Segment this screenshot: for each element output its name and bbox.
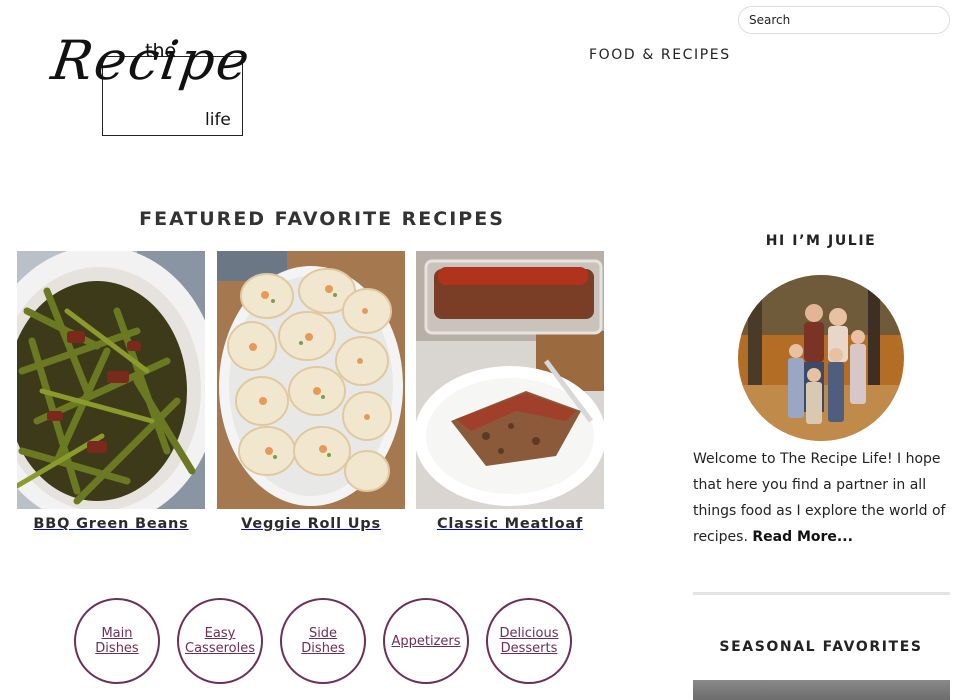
category-delicious-desserts[interactable]: Delicious Desserts [486,598,572,684]
search-input[interactable] [738,6,950,34]
recipe-card-title: Veggie Roll Ups [241,516,381,532]
veggie-roll-ups-photo [217,251,405,509]
recipe-card-title: BBQ Green Beans [33,516,189,532]
author-avatar [738,275,904,441]
recipe-card-veggie-roll-ups[interactable]: Veggie Roll Ups [217,251,405,532]
seasonal-favorite-image[interactable] [693,680,950,700]
category-side-dishes[interactable]: Side Dishes [280,598,366,684]
category-appetizers[interactable]: Appetizers [383,598,469,684]
read-more-link[interactable]: Read More... [752,529,853,545]
nav-food-recipes[interactable]: FOOD & RECIPES [589,47,731,63]
recipe-card-bbq-green-beans[interactable]: BBQ Green Beans [17,251,205,532]
logo-life-text: life [205,110,231,130]
sidebar-hi-heading: HI I’M JULIE [765,233,877,249]
sidebar-divider [693,592,950,595]
recipe-card-title: Classic Meatloaf [436,516,584,532]
author-bio: Welcome to The Recipe Life! I hope that … [693,446,951,550]
sidebar-seasonal-heading: SEASONAL FAVORITES [719,639,923,655]
category-main-dishes[interactable]: Main Dishes [74,598,160,684]
featured-title: FEATURED FAVORITE RECIPES [139,208,505,230]
logo-recipe-text: Recipe [47,29,256,92]
bbq-green-beans-photo [17,251,205,509]
category-easy-casseroles[interactable]: Easy Casseroles [177,598,263,684]
classic-meatloaf-photo [416,251,604,509]
recipe-card-classic-meatloaf[interactable]: Classic Meatloaf [416,251,604,532]
